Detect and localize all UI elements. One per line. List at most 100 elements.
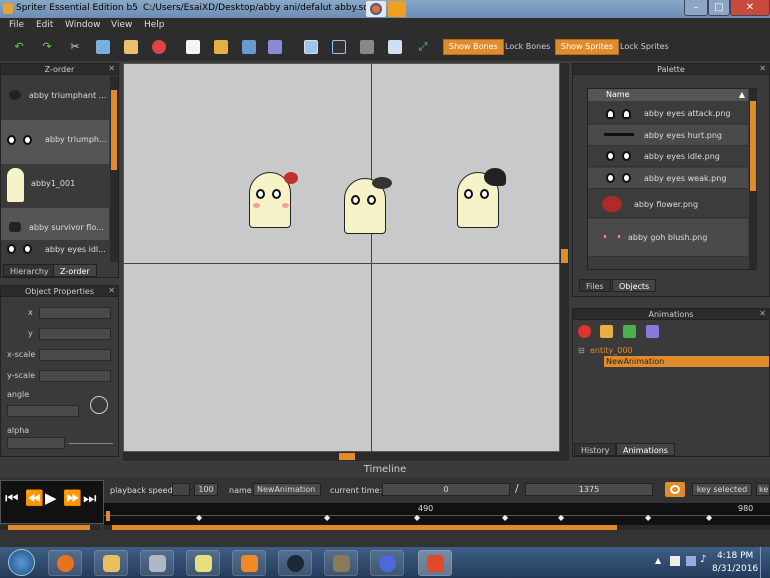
spriter-taskbar-icon[interactable]: [418, 550, 452, 576]
close-icon[interactable]: ✕: [108, 286, 115, 295]
delete-icon[interactable]: [152, 40, 166, 54]
save-as-icon[interactable]: [268, 40, 282, 54]
open-folder-icon[interactable]: [214, 40, 228, 54]
keyframe[interactable]: ◆: [645, 513, 651, 522]
window-icon[interactable]: [304, 40, 318, 54]
tab-zorder[interactable]: Z-order: [53, 264, 97, 277]
cut-icon[interactable]: ✂: [68, 40, 82, 54]
zorder-item[interactable]: abby triumphant ...: [1, 76, 109, 120]
collapse-icon[interactable]: ⊟: [578, 346, 585, 355]
lock-bones-button[interactable]: Lock Bones: [501, 39, 554, 55]
flower-sprite[interactable]: [484, 168, 506, 186]
last-frame-icon[interactable]: ⏭: [83, 489, 97, 507]
redo-icon[interactable]: ↷: [40, 40, 54, 54]
dark-window-icon[interactable]: [332, 40, 346, 54]
menu-view[interactable]: View: [111, 20, 132, 30]
timeline-track[interactable]: 490 980 ◆ ◆ ◆ ◆ ◆ ◆ ◆: [104, 503, 770, 525]
export-icon[interactable]: [388, 40, 402, 54]
close-icon[interactable]: ✕: [759, 309, 766, 318]
duplicate-animation-icon[interactable]: [646, 325, 659, 338]
y-field[interactable]: [39, 328, 111, 340]
key-selected-button[interactable]: key selected: [692, 483, 752, 496]
x-field[interactable]: [39, 307, 111, 319]
palette-scrollbar[interactable]: [749, 89, 757, 269]
firefox-taskbar-icon[interactable]: [48, 550, 82, 576]
tab-objects[interactable]: Objects: [612, 279, 657, 292]
tab-animations[interactable]: Animations: [616, 443, 675, 456]
canvas-vertical-scrollbar[interactable]: [560, 63, 569, 452]
speed-field[interactable]: 100: [194, 483, 218, 496]
panel-icon[interactable]: [360, 40, 374, 54]
minimize-button[interactable]: –: [684, 0, 708, 16]
prev-frame-icon[interactable]: ⏪: [25, 489, 44, 507]
keyframe[interactable]: ◆: [324, 513, 330, 522]
close-button[interactable]: ✕: [730, 0, 770, 16]
sticky-notes-icon[interactable]: [186, 550, 220, 576]
keyframe[interactable]: ◆: [196, 513, 202, 522]
palette-item[interactable]: abby eyes weak.png: [588, 168, 748, 189]
canvas[interactable]: [123, 63, 561, 453]
flower-sprite[interactable]: [372, 177, 392, 189]
animation-name-field[interactable]: NewAnimation: [253, 483, 321, 496]
steam-icon[interactable]: [278, 550, 312, 576]
menu-help[interactable]: Help: [144, 20, 165, 30]
tray-arrow-icon[interactable]: ▲: [655, 556, 661, 565]
undo-icon[interactable]: ↶: [12, 40, 26, 54]
flower-sprite[interactable]: [284, 172, 298, 184]
paste-icon[interactable]: [124, 40, 138, 54]
browser-icon[interactable]: [370, 550, 404, 576]
entity-label[interactable]: entity_000: [590, 346, 633, 355]
keyframe[interactable]: ◆: [502, 513, 508, 522]
animation-item[interactable]: NewAnimation: [604, 356, 769, 367]
timeline-scrollbar[interactable]: [104, 525, 770, 530]
clock-time[interactable]: 4:18 PM: [717, 551, 753, 561]
speed-scrollbar[interactable]: [0, 525, 100, 530]
palette-item[interactable]: abby eyes attack.png: [588, 103, 748, 124]
current-time-field[interactable]: 0: [382, 483, 510, 496]
show-bones-button[interactable]: Show Bones: [443, 39, 504, 55]
keyframe[interactable]: ◆: [706, 513, 712, 522]
palette-item[interactable]: abby flower.png: [588, 190, 748, 218]
show-sprites-button[interactable]: Show Sprites: [555, 39, 620, 55]
keyframe[interactable]: ◆: [558, 513, 564, 522]
tab-hierarchy[interactable]: Hierarchy: [3, 264, 56, 277]
close-icon[interactable]: ✕: [108, 64, 115, 73]
zorder-scrollbar[interactable]: [110, 76, 118, 262]
angle-field[interactable]: [7, 405, 79, 417]
file-explorer-icon[interactable]: [94, 550, 128, 576]
first-frame-icon[interactable]: ⏮: [5, 489, 19, 507]
add-entity-icon[interactable]: [600, 325, 613, 338]
show-desktop-button[interactable]: [760, 547, 770, 578]
x-scale-field[interactable]: [39, 349, 111, 361]
palette-item[interactable]: abby eyes idle.png: [588, 146, 748, 167]
canvas-horizontal-scrollbar[interactable]: [123, 452, 569, 461]
alpha-field[interactable]: [7, 437, 65, 449]
next-frame-icon[interactable]: ⏩: [63, 489, 82, 507]
alpha-slider[interactable]: [69, 443, 113, 444]
close-icon[interactable]: ✕: [759, 64, 766, 73]
animation-length-field[interactable]: 1375: [525, 483, 653, 496]
media-player-icon[interactable]: [232, 550, 266, 576]
start-button[interactable]: [8, 549, 35, 576]
save-icon[interactable]: [242, 40, 256, 54]
microphone-icon[interactable]: [388, 1, 406, 17]
play-icon[interactable]: ▶: [45, 489, 57, 507]
volume-icon[interactable]: ♪: [700, 554, 706, 565]
tab-files[interactable]: Files: [579, 279, 611, 292]
copy-icon[interactable]: [96, 40, 110, 54]
speed-slider[interactable]: [172, 483, 190, 496]
y-scale-field[interactable]: [39, 370, 111, 382]
keyframe[interactable]: ◆: [414, 513, 420, 522]
zorder-item[interactable]: abby1_001: [1, 164, 109, 208]
zorder-item[interactable]: abby triumph...: [1, 120, 109, 164]
angle-dial[interactable]: [90, 396, 108, 414]
clock-date[interactable]: 8/31/2016: [712, 564, 758, 574]
palette-item[interactable]: abby goh blush.png: [588, 219, 748, 257]
new-file-icon[interactable]: [186, 40, 200, 54]
maximize-button[interactable]: □: [708, 0, 730, 16]
menu-file[interactable]: File: [9, 20, 24, 30]
delete-animation-icon[interactable]: [578, 325, 591, 338]
palette-item[interactable]: abby eyes hurt.png: [588, 125, 748, 146]
add-animation-icon[interactable]: [623, 325, 636, 338]
name-column-header[interactable]: Name ▲: [588, 89, 748, 101]
